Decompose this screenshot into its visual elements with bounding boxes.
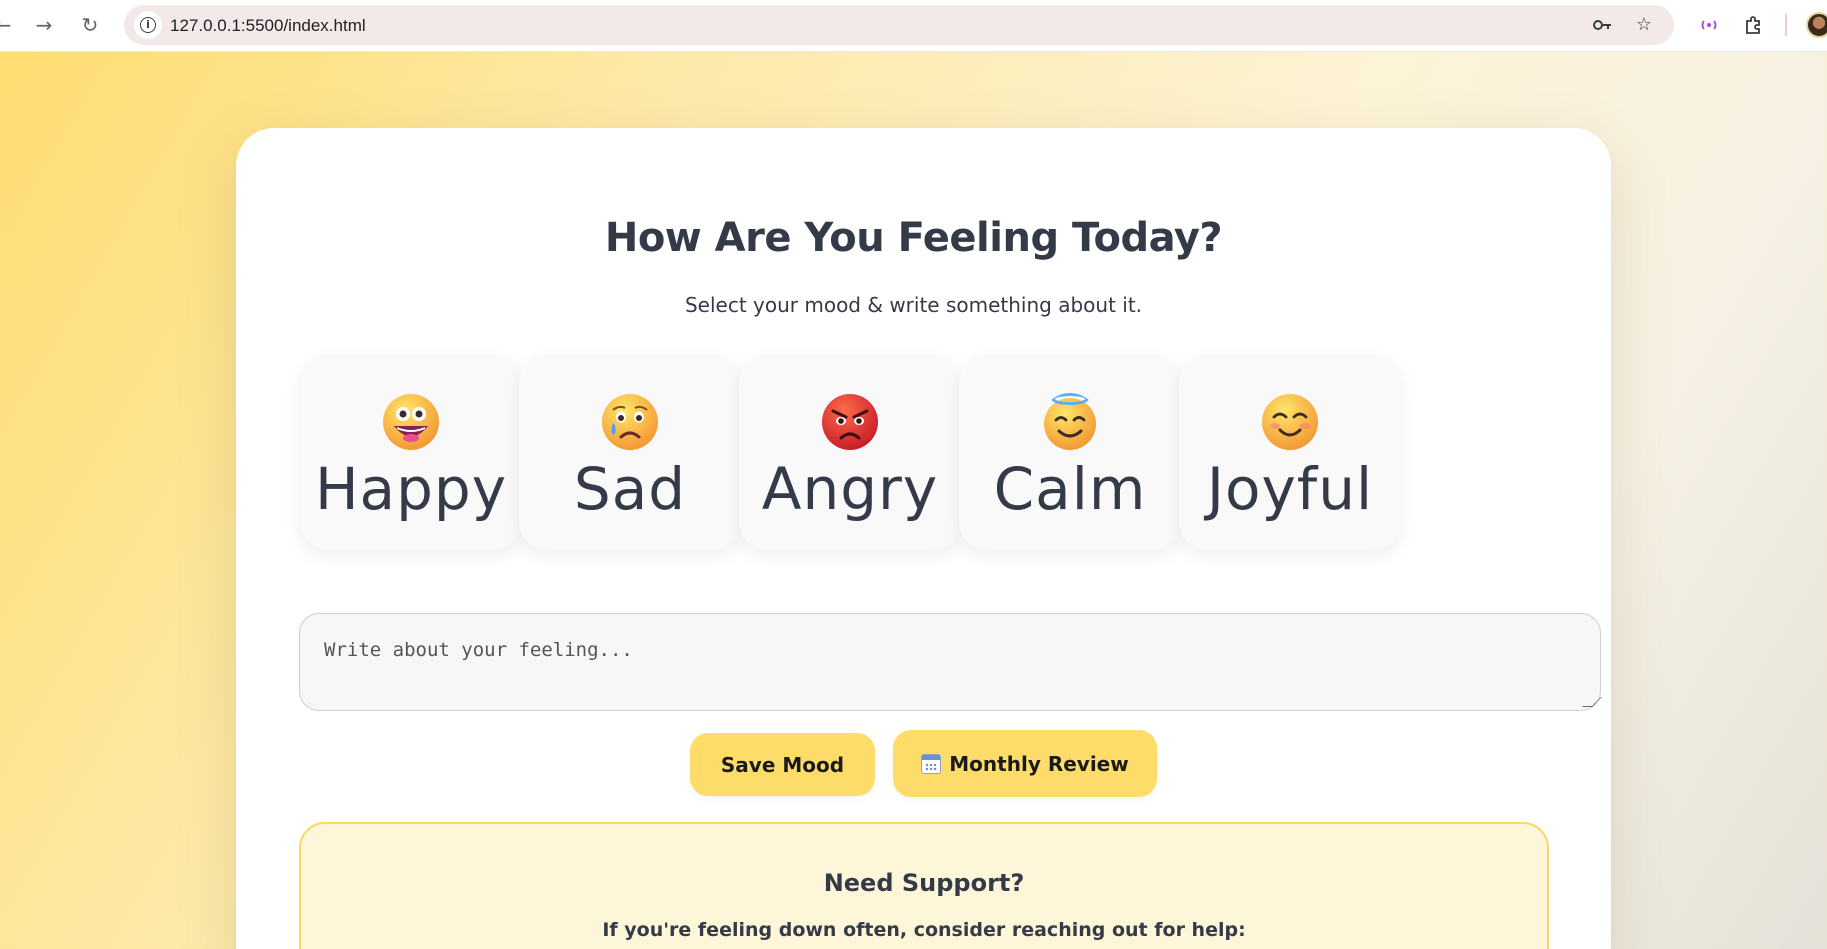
smiling-face-icon xyxy=(1262,394,1318,450)
mood-happy[interactable]: Happy xyxy=(300,355,522,550)
support-panel: Need Support? If you're feeling down oft… xyxy=(299,822,1549,949)
monthly-review-label: Monthly Review xyxy=(949,751,1129,776)
mood-label-happy: Happy xyxy=(314,455,508,523)
info-icon[interactable]: i xyxy=(134,11,162,39)
browser-toolbar: ← → ↻ i 127.0.0.1:5500/index.html ☆ xyxy=(0,0,1827,52)
save-mood-button[interactable]: Save Mood xyxy=(690,733,875,796)
sad-tear-face-icon xyxy=(602,394,658,450)
support-text: If you're feeling down often, consider r… xyxy=(602,919,1246,941)
toolbar-divider xyxy=(1785,14,1787,36)
grinning-face-icon xyxy=(383,394,439,450)
mood-label-sad: Sad xyxy=(573,455,687,523)
page-title: How Are You Feeling Today? xyxy=(604,215,1223,261)
mood-label-calm: Calm xyxy=(993,455,1147,523)
angry-face-icon xyxy=(822,394,878,450)
monthly-review-button[interactable]: Monthly Review xyxy=(893,730,1157,797)
mood-angry[interactable]: Angry xyxy=(739,355,961,550)
broadcast-icon[interactable] xyxy=(1697,13,1721,37)
calendar-icon xyxy=(921,753,942,774)
forward-arrow-icon[interactable]: → xyxy=(29,10,59,40)
extensions-icon[interactable] xyxy=(1742,13,1766,37)
support-title: Need Support? xyxy=(823,869,1025,897)
address-bar[interactable]: i 127.0.0.1:5500/index.html ☆ xyxy=(124,5,1674,45)
mood-joyful[interactable]: Joyful xyxy=(1179,355,1401,550)
mood-calm[interactable]: Calm xyxy=(959,355,1181,550)
key-icon[interactable] xyxy=(1591,14,1613,36)
mood-sad[interactable]: Sad xyxy=(519,355,741,550)
mood-label-angry: Angry xyxy=(761,455,939,523)
save-mood-label: Save Mood xyxy=(720,752,845,777)
feeling-textarea[interactable] xyxy=(299,613,1601,711)
profile-avatar[interactable] xyxy=(1806,12,1827,38)
page-subtitle: Select your mood & write something about… xyxy=(684,293,1143,317)
mood-label-joyful: Joyful xyxy=(1206,455,1374,523)
halo-face-icon xyxy=(1044,393,1096,450)
url-text[interactable]: 127.0.0.1:5500/index.html xyxy=(170,16,366,36)
reload-icon[interactable]: ↻ xyxy=(75,10,105,40)
bookmark-star-icon[interactable]: ☆ xyxy=(1633,14,1655,36)
back-arrow-icon[interactable]: ← xyxy=(0,10,18,40)
mood-options: Happy Sad Angry Calm Joyful xyxy=(300,355,1550,550)
